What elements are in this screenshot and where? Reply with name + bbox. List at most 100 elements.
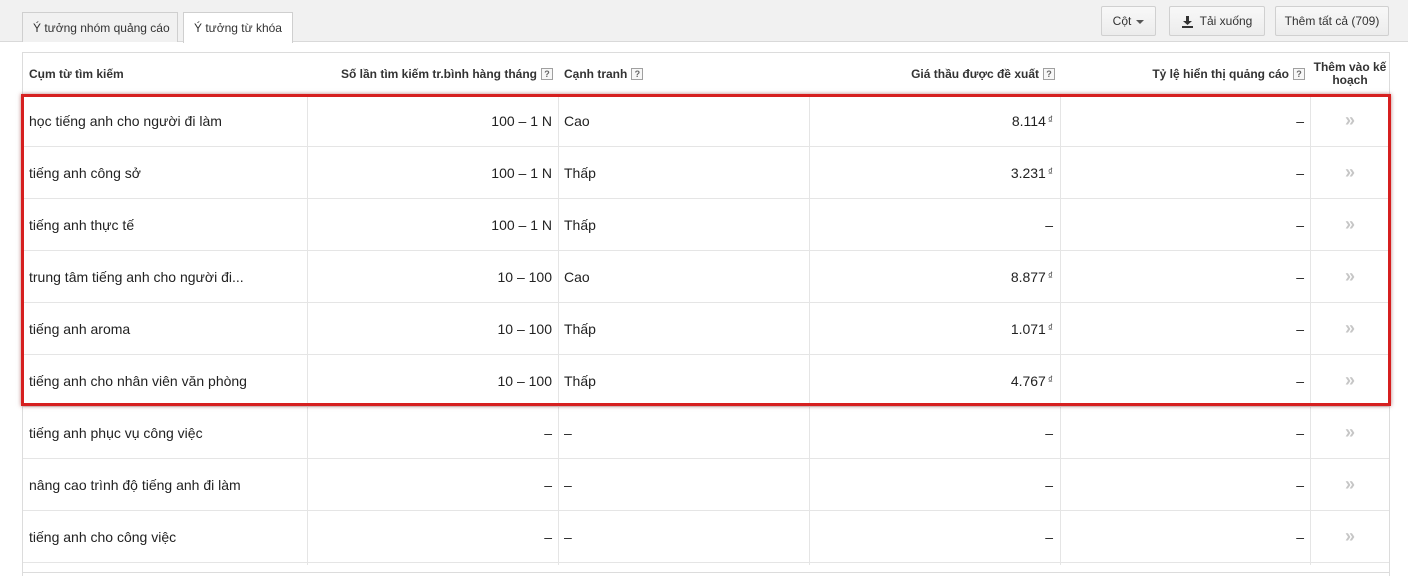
bid-cell: –	[813, 511, 1053, 562]
currency-symbol: ₫	[1047, 167, 1053, 178]
bid-cell: –	[813, 459, 1053, 510]
download-icon	[1181, 15, 1193, 28]
header-keyword-label: Cụm từ tìm kiếm	[29, 66, 124, 81]
keyword-cell[interactable]: tiếng anh công sở	[29, 147, 299, 198]
competition-cell: Cao	[564, 112, 590, 129]
header-searches-label: Số lần tìm kiếm tr.bình hàng tháng	[340, 66, 537, 81]
help-icon[interactable]: ?	[631, 67, 644, 80]
add-to-plan-cell: »	[1311, 147, 1389, 198]
add-to-plan-chevron-icon[interactable]: »	[1345, 162, 1355, 183]
bid-value: –	[1045, 528, 1053, 545]
bid-cell: –	[813, 199, 1053, 250]
add-to-plan-chevron-icon[interactable]: »	[1345, 370, 1355, 391]
bid-cell: 3.231 ₫	[813, 147, 1053, 198]
header-suggested-bid[interactable]: Giá thầu được đề xuất?	[813, 53, 1055, 94]
bid-value: 1.071	[1010, 320, 1046, 337]
add-to-plan-cell: »	[1311, 251, 1389, 302]
add-to-plan-cell: »	[1311, 199, 1389, 250]
columns-button-label: Cột	[1112, 14, 1132, 28]
add-to-plan-cell: »	[1311, 303, 1389, 354]
competition-cell: Thấp	[564, 216, 596, 233]
add-to-plan-chevron-icon[interactable]: »	[1345, 318, 1355, 339]
table-row: tiếng anh công sở 100 – 1 N Thấp 3.231 ₫ – »	[23, 147, 1389, 199]
bid-value: –	[1045, 216, 1053, 233]
table-row: tiếng anh aroma 10 – 100 Thấp 1.071 ₫ – »	[23, 303, 1389, 355]
searches-cell: 100 – 1 N	[491, 164, 552, 181]
keyword-cell[interactable]: tiếng anh phục vụ công việc	[29, 407, 299, 458]
table-row: tiếng anh cho công việc – – – –»	[23, 511, 1389, 563]
competition-cell: –	[564, 424, 572, 441]
keyword-cell[interactable]: tiếng anh cho công việc	[29, 511, 299, 562]
impression-share-cell: –	[1296, 268, 1304, 285]
add-to-plan-chevron-icon[interactable]: »	[1345, 214, 1355, 235]
currency-symbol: ₫	[1047, 115, 1053, 126]
add-to-plan-cell: »	[1311, 407, 1389, 458]
caret-down-icon	[1136, 19, 1145, 24]
currency-symbol: ₫	[1047, 323, 1053, 334]
bid-value: 4.767	[1010, 372, 1046, 389]
bid-value: 3.231	[1010, 164, 1046, 181]
impression-share-cell: –	[1296, 424, 1304, 441]
add-to-plan-chevron-icon[interactable]: »	[1345, 110, 1355, 131]
tab-keyword-ideas[interactable]: Ý tưởng từ khóa	[183, 12, 293, 43]
bid-value: –	[1045, 476, 1053, 493]
help-icon[interactable]: ?	[541, 67, 553, 80]
header-add-line2: hoạch	[1332, 72, 1368, 87]
add-to-plan-cell: »	[1311, 459, 1389, 510]
header-impression-share[interactable]: Tỷ lệ hiển thị quảng cáo?	[1063, 53, 1305, 94]
searches-cell: 10 – 100	[497, 372, 553, 389]
header-searches[interactable]: Số lần tìm kiếm tr.bình hàng tháng?	[309, 53, 553, 94]
header-add-to-plan: Thêm vào kế hoạch	[1311, 53, 1389, 94]
table-row: tiếng anh phục vụ công việc – – – –»	[23, 407, 1389, 459]
add-to-plan-cell: »	[1311, 355, 1389, 406]
add-to-plan-chevron-icon[interactable]: »	[1345, 474, 1355, 495]
impression-share-cell: –	[1296, 216, 1304, 233]
toolbar: Ý tưởng nhóm quảng cáo Ý tưởng từ khóa C…	[0, 0, 1408, 43]
tab-ad-group-ideas[interactable]: Ý tưởng nhóm quảng cáo	[22, 12, 178, 42]
table-header: Cụm từ tìm kiếm Số lần tìm kiếm tr.bình …	[23, 53, 1389, 95]
header-keyword[interactable]: Cụm từ tìm kiếm	[29, 53, 299, 94]
add-to-plan-chevron-icon[interactable]: »	[1345, 526, 1355, 547]
bid-cell: 8.877 ₫	[813, 251, 1053, 302]
currency-symbol: ₫	[1047, 271, 1053, 282]
bid-cell: –	[813, 407, 1053, 458]
header-competition-label: Cạnh tranh	[564, 66, 628, 81]
bid-cell: 8.114 ₫	[813, 95, 1053, 146]
help-icon[interactable]: ?	[1043, 67, 1055, 80]
impression-share-cell: –	[1296, 164, 1304, 181]
download-button-label: Tải xuống	[1199, 14, 1253, 28]
competition-cell: Thấp	[564, 320, 596, 337]
searches-cell: 100 – 1 N	[491, 216, 552, 233]
download-button[interactable]: Tải xuống	[1169, 6, 1265, 36]
add-to-plan-chevron-icon[interactable]: »	[1345, 266, 1355, 287]
competition-cell: Cao	[564, 268, 590, 285]
competition-cell: Thấp	[564, 164, 596, 181]
impression-share-cell: –	[1296, 320, 1304, 337]
keyword-cell[interactable]: nâng cao trình độ tiếng anh đi làm	[29, 459, 299, 510]
header-impression-share-label: Tỷ lệ hiển thị quảng cáo	[1152, 66, 1289, 81]
table-row: tiếng anh thực tế 100 – 1 N Thấp – – »	[23, 199, 1389, 251]
competition-cell: Thấp	[564, 372, 596, 389]
add-to-plan-chevron-icon[interactable]: »	[1345, 422, 1355, 443]
impression-share-cell: –	[1296, 112, 1304, 129]
keyword-cell[interactable]: tiếng anh thực tế	[29, 199, 299, 250]
competition-cell: –	[564, 476, 572, 493]
bid-value: 8.877	[1010, 268, 1046, 285]
bid-cell: 4.767 ₫	[813, 355, 1053, 406]
searches-cell: –	[544, 424, 552, 441]
keyword-ideas-table: Cụm từ tìm kiếm Số lần tìm kiếm tr.bình …	[22, 52, 1390, 576]
columns-button[interactable]: Cột	[1101, 6, 1156, 36]
table-bottom-border	[22, 572, 1390, 573]
keyword-cell[interactable]: học tiếng anh cho người đi làm	[29, 95, 299, 146]
keyword-cell[interactable]: tiếng anh aroma	[29, 303, 299, 354]
add-all-button[interactable]: Thêm tất cả (709)	[1275, 6, 1389, 36]
currency-symbol: ₫	[1047, 375, 1053, 386]
searches-cell: 10 – 100	[497, 268, 553, 285]
impression-share-cell: –	[1296, 528, 1304, 545]
impression-share-cell: –	[1296, 476, 1304, 493]
searches-cell: –	[544, 528, 552, 545]
keyword-cell[interactable]: tiếng anh cho nhân viên văn phòng	[29, 355, 299, 406]
help-icon[interactable]: ?	[1293, 67, 1305, 80]
keyword-cell[interactable]: trung tâm tiếng anh cho người đi...	[29, 251, 299, 302]
header-competition[interactable]: Cạnh tranh?	[564, 53, 804, 94]
